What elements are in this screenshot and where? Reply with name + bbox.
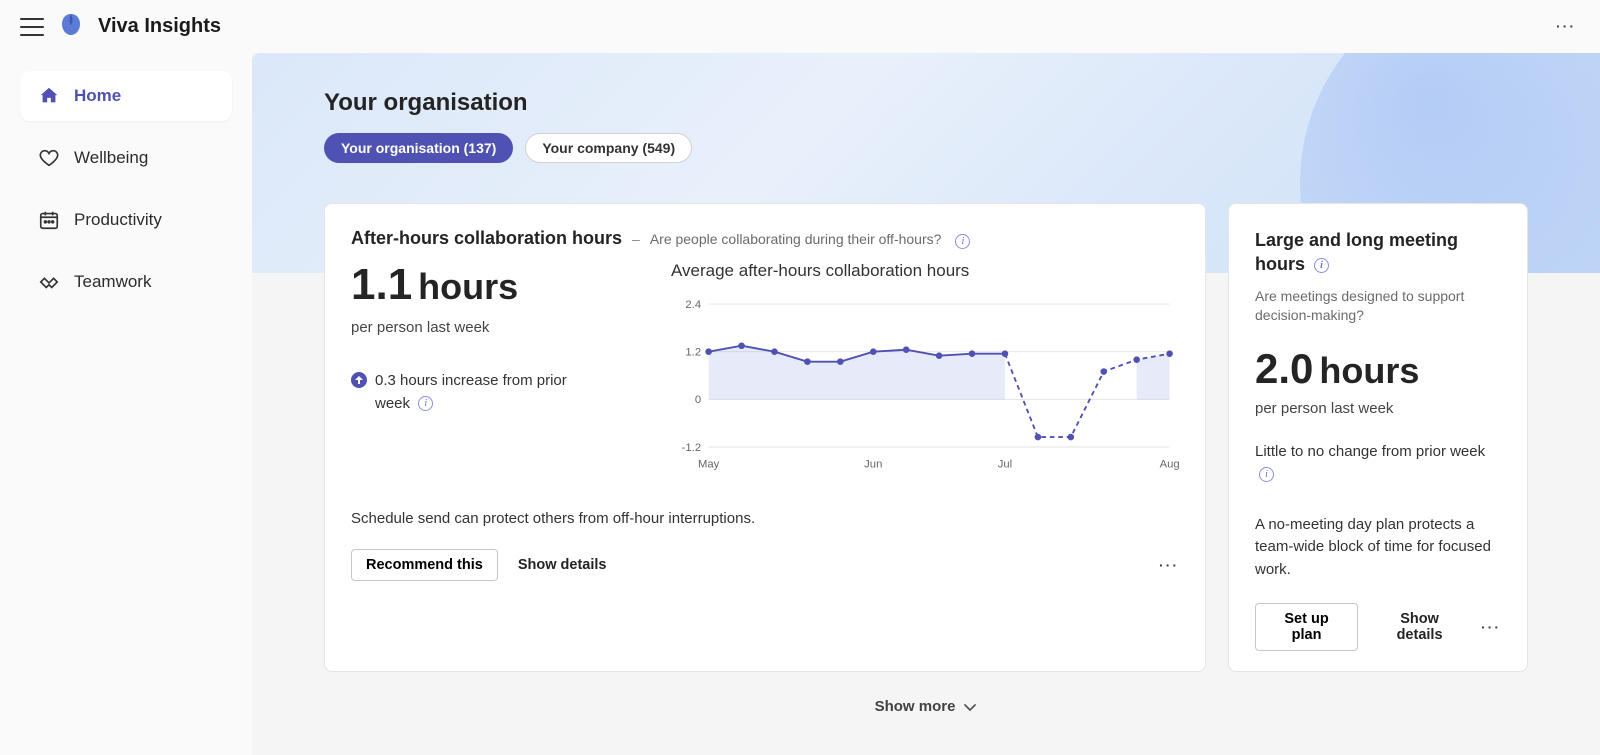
metric-unit: hours xyxy=(1319,350,1419,391)
card-tip: Schedule send can protect others from of… xyxy=(351,510,1179,527)
sidebar-item-label: Productivity xyxy=(74,210,162,230)
svg-text:Jun: Jun xyxy=(864,459,882,471)
svg-text:1.2: 1.2 xyxy=(685,346,701,358)
card-after-hours: After-hours collaboration hours – Are pe… xyxy=(324,203,1206,672)
heart-icon xyxy=(38,147,60,169)
change-text: Little to no change from prior week xyxy=(1255,443,1485,460)
svg-text:0: 0 xyxy=(695,394,701,406)
sidebar-item-home[interactable]: Home xyxy=(20,71,232,121)
card-more-icon[interactable]: ··· xyxy=(1159,557,1179,573)
topbar-more-icon[interactable]: ··· xyxy=(1556,18,1576,34)
sidebar-item-productivity[interactable]: Productivity xyxy=(20,195,232,245)
sidebar-item-wellbeing[interactable]: Wellbeing xyxy=(20,133,232,183)
svg-text:May: May xyxy=(698,459,720,471)
svg-text:Jul: Jul xyxy=(998,459,1012,471)
app-title: Viva Insights xyxy=(98,15,221,38)
show-more-label: Show more xyxy=(875,698,956,715)
card-question: Are meetings designed to support decisio… xyxy=(1255,287,1501,326)
info-icon[interactable]: i xyxy=(418,396,433,411)
home-icon xyxy=(38,85,60,107)
chevron-down-icon xyxy=(963,700,977,714)
card-meetings: Large and long meeting hours i Are meeti… xyxy=(1228,203,1528,672)
info-icon[interactable]: i xyxy=(1314,258,1329,273)
delta-text: 0.3 hours increase from prior week xyxy=(375,372,567,412)
setup-plan-button[interactable]: Set up plan xyxy=(1255,603,1358,651)
show-details-button[interactable]: Show details xyxy=(1378,611,1461,643)
svg-text:-1.2: -1.2 xyxy=(682,442,701,454)
arrow-up-icon xyxy=(351,372,367,388)
card-tip: A no-meeting day plan protects a team-wi… xyxy=(1255,514,1501,582)
sidebar-item-label: Wellbeing xyxy=(74,148,148,168)
info-icon[interactable]: i xyxy=(1259,467,1274,482)
sidebar-item-label: Home xyxy=(74,86,121,106)
card-more-icon[interactable]: ··· xyxy=(1481,619,1501,635)
card-title: Large and long meeting hours xyxy=(1255,230,1458,274)
show-details-button[interactable]: Show details xyxy=(518,557,607,573)
sidebar-item-teamwork[interactable]: Teamwork xyxy=(20,257,232,307)
card-question: Are people collaborating during their of… xyxy=(650,231,942,247)
page-title: Your organisation xyxy=(324,89,1528,117)
show-more-button[interactable]: Show more xyxy=(252,698,1600,715)
svg-text:Aug: Aug xyxy=(1160,459,1179,471)
hamburger-menu[interactable] xyxy=(20,17,44,37)
scope-pill-organisation[interactable]: Your organisation (137) xyxy=(324,133,513,163)
metric-subtext: per person last week xyxy=(1255,400,1501,417)
metric-value: 1.1 xyxy=(351,260,412,309)
chart-title: Average after-hours collaboration hours xyxy=(671,261,1179,281)
card-title: After-hours collaboration hours xyxy=(351,228,622,249)
calendar-icon xyxy=(38,209,60,231)
recommend-button[interactable]: Recommend this xyxy=(351,549,498,581)
app-logo-icon xyxy=(58,12,84,41)
metric-subtext: per person last week xyxy=(351,319,631,336)
separator: – xyxy=(632,231,640,247)
after-hours-chart: -1.2 0 1.2 2.4 May Jun Jul Aug xyxy=(671,289,1179,479)
svg-text:2.4: 2.4 xyxy=(685,299,701,311)
metric-unit: hours xyxy=(418,266,518,307)
handshake-icon xyxy=(38,271,60,293)
scope-pill-company[interactable]: Your company (549) xyxy=(525,133,692,163)
info-icon[interactable]: i xyxy=(955,234,970,249)
sidebar-item-label: Teamwork xyxy=(74,272,151,292)
metric-value: 2.0 xyxy=(1255,345,1313,392)
